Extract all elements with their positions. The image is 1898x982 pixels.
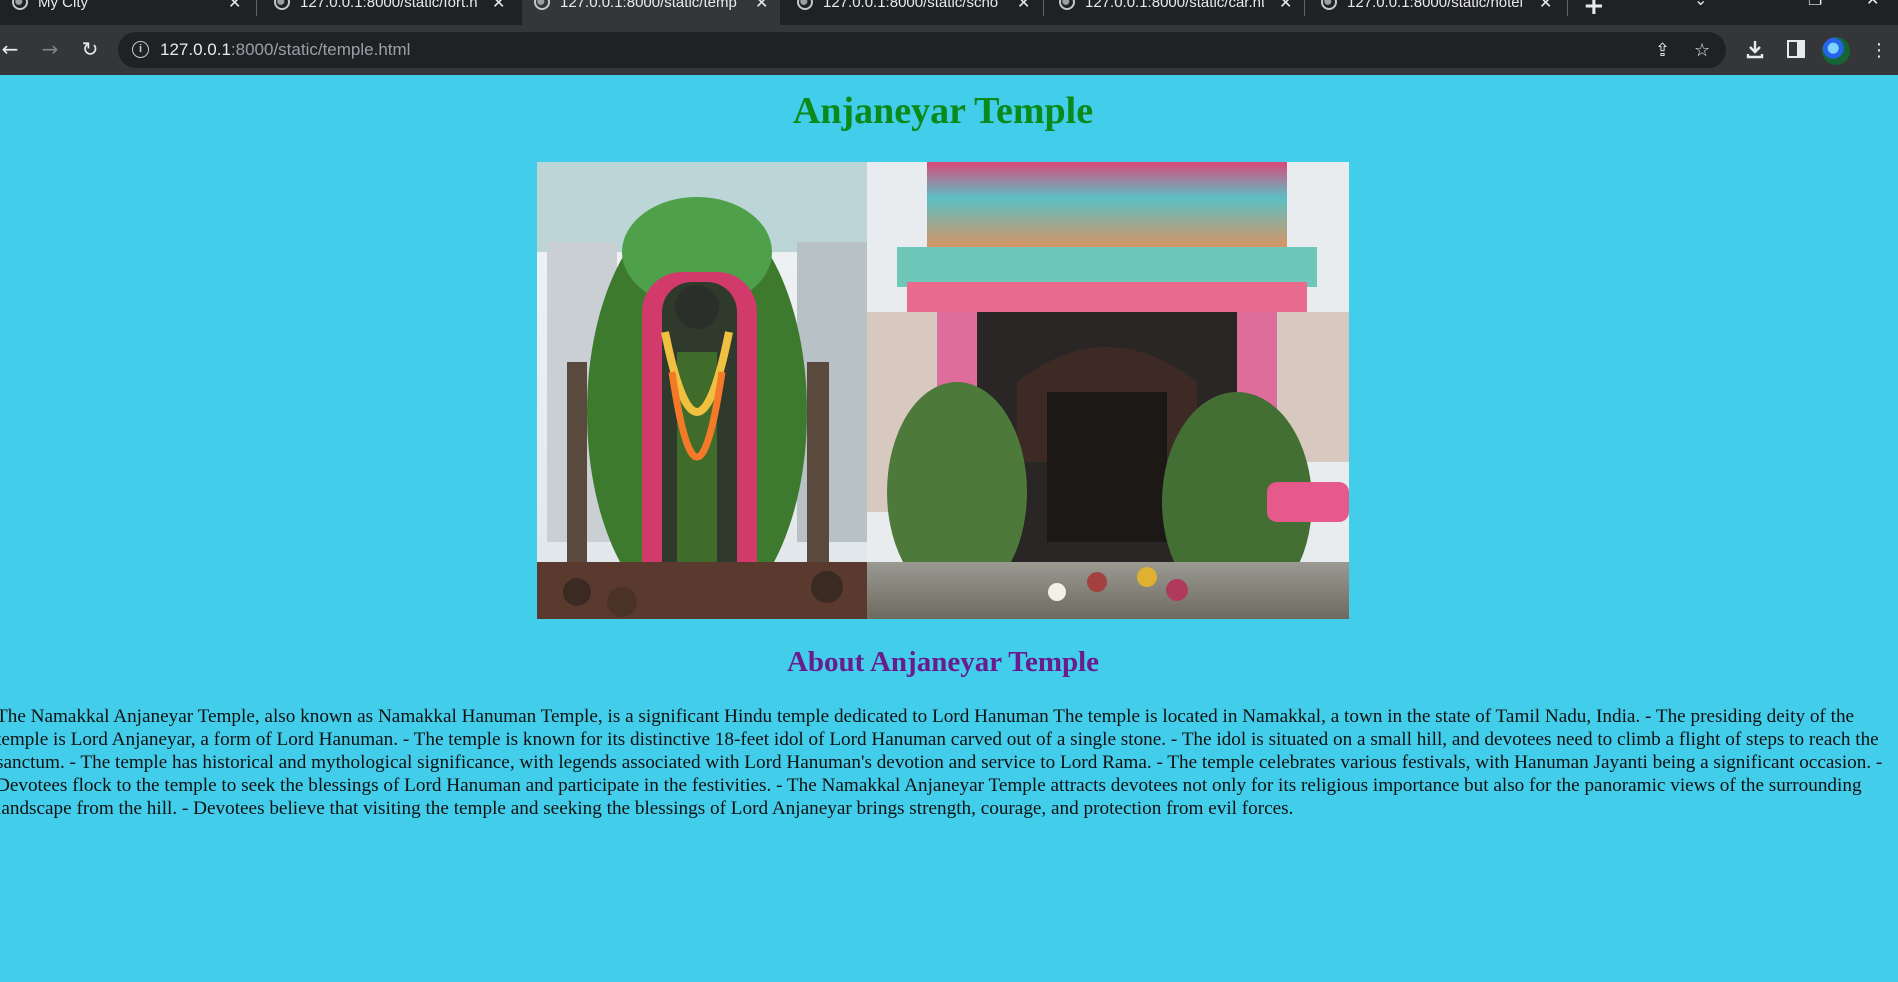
more-menu-icon[interactable]: ⋮ [1870, 40, 1888, 61]
globe-icon [12, 0, 28, 10]
star-icon[interactable]: ☆ [1694, 40, 1710, 61]
info-icon[interactable]: i [132, 41, 149, 58]
tab-hotel[interactable]: 127.0.0.1:8000/static/hotel ✕ [1309, 0, 1564, 25]
download-icon[interactable] [1745, 39, 1765, 59]
tab-search-chevron-icon[interactable]: ⌄ [1694, 0, 1707, 9]
close-icon[interactable]: ✕ [1279, 0, 1292, 13]
url-path: :8000/static/temple.html [230, 40, 411, 59]
page-title: Anjaneyar Temple [792, 90, 1094, 132]
globe-icon [1321, 0, 1337, 10]
tab-my-city[interactable]: My City ✕ [0, 0, 255, 25]
close-window-icon[interactable]: ✕ [1866, 0, 1879, 9]
side-panel-icon[interactable] [1787, 40, 1805, 58]
tab-title: 127.0.0.1:8000/static/temp [560, 0, 737, 11]
tab-divider [1304, 0, 1305, 16]
globe-icon [274, 0, 290, 10]
close-icon[interactable]: ✕ [492, 0, 505, 13]
close-icon[interactable]: ✕ [1017, 0, 1030, 13]
reload-icon[interactable]: ↻ [76, 35, 104, 63]
tab-title: My City [38, 0, 88, 11]
about-paragraph: The Namakkal Anjaneyar Temple, also know… [0, 706, 1883, 819]
new-tab-plus-icon[interactable]: + [1583, 0, 1605, 21]
restore-window-icon[interactable]: ❐ [1808, 0, 1822, 9]
temple-photo [537, 162, 1349, 619]
globe-icon [797, 0, 813, 10]
forward-arrow-icon[interactable]: → [36, 35, 64, 63]
url-text[interactable]: 127.0.0.1:8000/static/temple.html [160, 40, 410, 60]
tab-divider [1043, 0, 1044, 16]
url-host: 127.0.0.1 [160, 40, 231, 59]
tab-strip: My City ✕ 127.0.0.1:8000/static/fort.h ✕… [0, 0, 1898, 25]
close-icon[interactable]: ✕ [1539, 0, 1552, 13]
tab-temple[interactable]: 127.0.0.1:8000/static/temp ✕ [522, 0, 780, 25]
profile-avatar[interactable] [1822, 37, 1850, 65]
close-icon[interactable]: ✕ [228, 0, 241, 13]
browser-toolbar: ← → ↻ i 127.0.0.1:8000/static/temple.htm… [0, 25, 1898, 75]
tab-car[interactable]: 127.0.0.1:8000/static/car.ht ✕ [1047, 0, 1302, 25]
tab-divider [1567, 0, 1568, 16]
tab-title: 127.0.0.1:8000/static/car.ht [1085, 0, 1264, 11]
tab-title: 127.0.0.1:8000/static/scho [823, 0, 999, 11]
tab-title: 127.0.0.1:8000/static/hotel [1347, 0, 1523, 11]
back-arrow-icon[interactable]: ← [0, 35, 24, 63]
tab-school[interactable]: 127.0.0.1:8000/static/scho ✕ [785, 0, 1040, 25]
tab-fort[interactable]: 127.0.0.1:8000/static/fort.h ✕ [262, 0, 517, 25]
globe-icon [1059, 0, 1075, 10]
tab-title: 127.0.0.1:8000/static/fort.h [300, 0, 478, 11]
address-bar[interactable]: i 127.0.0.1:8000/static/temple.html ⇪ ☆ [118, 32, 1726, 68]
share-icon[interactable]: ⇪ [1655, 40, 1670, 61]
page-content: Anjaneyar Temple About Anjaneyar Temple … [0, 75, 1898, 982]
tab-divider [256, 0, 257, 16]
about-heading: About Anjaneyar Temple [786, 646, 1100, 678]
close-icon[interactable]: ✕ [755, 0, 768, 13]
globe-icon [534, 0, 550, 10]
